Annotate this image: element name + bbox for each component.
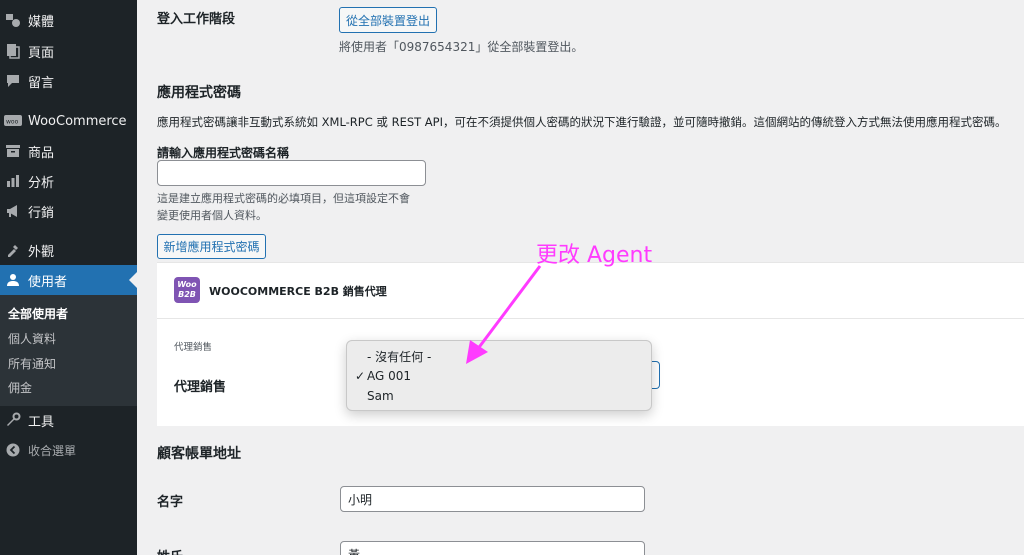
sessions-label: 登入工作階段	[157, 12, 236, 27]
analytics-icon	[0, 174, 26, 188]
menu-label: 商品	[28, 145, 55, 161]
svg-text:woo: woo	[6, 119, 19, 126]
app-password-name-input[interactable]	[157, 160, 426, 186]
woo-b2b-logo-icon: Woo B2B	[174, 277, 200, 303]
panel-divider	[157, 318, 1024, 319]
submenu-profile[interactable]: 個人資料	[8, 330, 56, 347]
add-app-password-button[interactable]: 新增應用程式密碼	[157, 234, 266, 259]
last-name-input[interactable]: 黃	[340, 541, 645, 555]
woocommerce-icon: woo	[0, 114, 26, 128]
submenu-notifications[interactable]: 所有通知	[8, 355, 56, 372]
app-passwords-title: 應用程式密碼	[157, 85, 241, 101]
app-password-help-line2: 變更使用者個人資料。	[157, 209, 267, 222]
page-icon	[0, 43, 26, 59]
dropdown-option-sam[interactable]: Sam	[367, 389, 394, 403]
menu-label: WooCommerce	[28, 113, 127, 129]
menu-item-media[interactable]: 媒體	[0, 5, 137, 35]
b2b-panel-title: WOOCOMMERCE B2B 銷售代理	[209, 285, 387, 298]
appearance-icon	[0, 242, 26, 258]
menu-item-analytics[interactable]: 分析	[0, 166, 137, 196]
logout-everywhere-button[interactable]: 從全部裝置登出	[339, 7, 437, 33]
first-name-label: 名字	[157, 495, 184, 510]
b2b-small-label: 代理銷售	[174, 342, 213, 353]
submenu-commission[interactable]: 佣金	[8, 379, 32, 396]
dropdown-option-ag001[interactable]: AG 001	[367, 369, 411, 383]
menu-item-comments[interactable]: 留言	[0, 66, 137, 96]
annotation-arrow-icon	[466, 265, 542, 364]
app-password-name-label: 請輸入應用程式密碼名稱	[157, 146, 290, 160]
menu-item-marketing[interactable]: 行銷	[0, 196, 137, 226]
menu-item-products[interactable]: 商品	[0, 136, 137, 166]
logo-line1: Woo	[177, 280, 197, 289]
menu-item-pages[interactable]: 頁面	[0, 36, 137, 66]
checkmark-icon: ✓	[355, 369, 366, 383]
menu-label: 外觀	[28, 244, 55, 260]
users-submenu: 全部使用者 個人資料 所有通知 佣金	[0, 295, 137, 406]
sessions-description: 將使用者「0987654321」從全部裝置登出。	[339, 40, 584, 54]
menu-item-collapse[interactable]: 收合選單	[0, 435, 137, 465]
collapse-icon	[0, 443, 26, 457]
menu-label: 頁面	[28, 45, 55, 61]
marketing-icon	[0, 203, 26, 219]
app-passwords-description: 應用程式密碼讓非互動式系統如 XML-RPC 或 REST API，可在不須提供…	[157, 115, 1007, 129]
first-name-input[interactable]: 小明	[340, 486, 645, 512]
annotation-text: 更改 Agent	[536, 243, 653, 268]
menu-item-tools[interactable]: 工具	[0, 405, 137, 435]
menu-label: 留言	[28, 75, 55, 91]
tools-icon	[0, 412, 26, 428]
logo-line2: B2B	[178, 290, 196, 299]
main-content: 登入工作階段 從全部裝置登出 將使用者「0987654321」從全部裝置登出。 …	[137, 0, 1024, 555]
menu-item-appearance[interactable]: 外觀	[0, 235, 137, 265]
submenu-all-users[interactable]: 全部使用者	[8, 305, 68, 322]
app-password-help-line1: 這是建立應用程式密碼的必填項目，但這項設定不會	[157, 192, 410, 205]
menu-label: 分析	[28, 175, 55, 191]
sales-agent-field-label: 代理銷售	[174, 380, 227, 395]
product-icon	[0, 144, 26, 158]
media-icon	[0, 12, 26, 28]
comment-icon	[0, 73, 26, 89]
menu-label: 媒體	[28, 14, 55, 30]
menu-item-woocommerce[interactable]: woo WooCommerce	[0, 106, 137, 136]
user-icon	[0, 273, 26, 287]
admin-sidebar: 媒體 頁面 留言 woo WooCommerce 商品 分析 行銷 外觀 使用者…	[0, 0, 137, 555]
menu-label: 使用者	[28, 274, 68, 290]
menu-item-users[interactable]: 使用者	[0, 265, 137, 295]
dropdown-option-none[interactable]: - 沒有任何 -	[367, 348, 431, 365]
menu-label: 收合選單	[28, 443, 77, 458]
menu-label: 工具	[28, 414, 55, 430]
last-name-label: 姓氏	[157, 546, 183, 555]
billing-title: 顧客帳單地址	[157, 446, 241, 462]
menu-label: 行銷	[28, 205, 55, 221]
